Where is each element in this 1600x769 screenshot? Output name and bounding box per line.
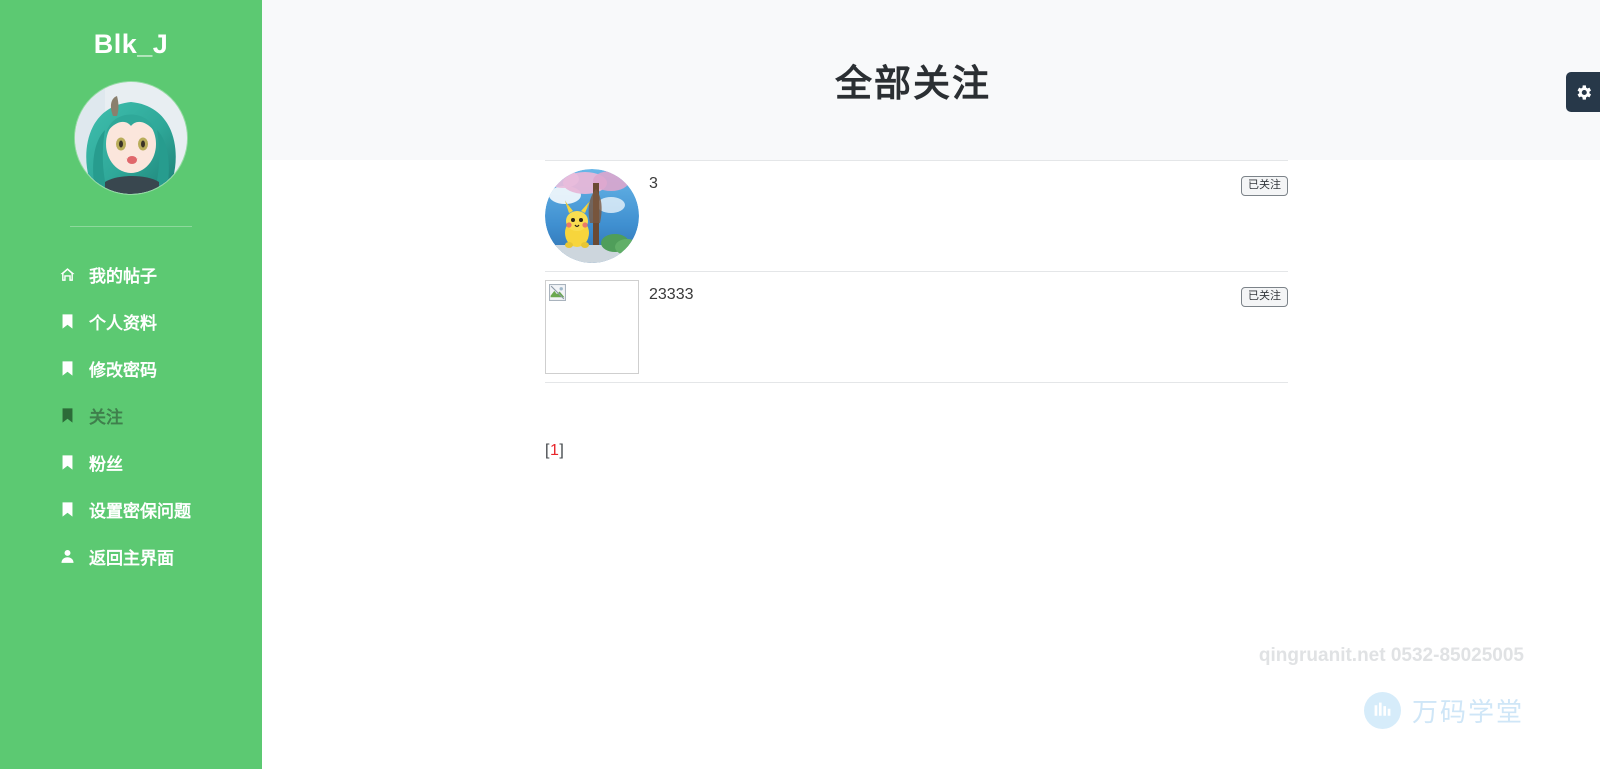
footer-logo-text: 万码学堂	[1411, 697, 1524, 727]
sidebar-divider	[70, 226, 192, 228]
pagination-bracket-close: ]	[559, 442, 565, 459]
broken-image-glyph	[549, 284, 566, 301]
sidebar-item-label: 粉丝	[89, 455, 123, 475]
sidebar-item-label: 返回主界面	[89, 549, 174, 569]
avatar-wrapper	[0, 82, 262, 195]
home-icon	[58, 266, 76, 284]
sidebar-item-label: 我的帖子	[89, 267, 157, 287]
broken-image-icon[interactable]	[545, 280, 639, 374]
main-content: 全部关注 3 已关注 23333 已关注 [1] qingruanit.net …	[262, 0, 1600, 769]
sidebar-item-label: 设置密保问题	[89, 502, 191, 522]
gear-icon	[1574, 83, 1593, 102]
user-icon	[58, 548, 76, 566]
settings-button[interactable]	[1566, 72, 1600, 112]
page-root: Blk_J 我的帖子 个人资料 修改密码 关注 粉丝 设置密保问题 返回主界面 …	[0, 0, 1600, 769]
page-title: 全部关注	[835, 63, 991, 104]
pagination: [1]	[545, 442, 1600, 460]
pagination-page-1[interactable]: 1	[550, 442, 559, 459]
pikachu-sakura-avatar[interactable]	[545, 169, 639, 263]
footer-contact: qingruanit.net 0532-85025005	[1258, 645, 1524, 666]
bookmark-icon	[58, 454, 76, 472]
sidebar-item-change-password[interactable]: 修改密码	[0, 345, 262, 392]
sidebar-brand: Blk_J	[93, 29, 169, 59]
sidebar-item-label: 修改密码	[89, 361, 157, 381]
sidebar-item-security-question[interactable]: 设置密保问题	[0, 486, 262, 533]
sidebar-item-my-posts[interactable]: 我的帖子	[0, 251, 262, 298]
bookmark-icon	[58, 501, 76, 519]
unfollow-button[interactable]: 已关注	[1241, 287, 1288, 307]
row-username: 23333	[649, 286, 694, 303]
bookmark-icon	[58, 313, 76, 331]
row-username: 3	[649, 175, 658, 192]
unfollow-button[interactable]: 已关注	[1241, 176, 1288, 196]
sidebar-item-back-to-main[interactable]: 返回主界面	[0, 533, 262, 580]
sidebar-item-label: 关注	[89, 408, 123, 428]
row-avatar-cell	[545, 161, 649, 272]
page-header: 全部关注	[262, 0, 1600, 160]
following-section: 3 已关注 23333 已关注 [1]	[262, 160, 1600, 460]
row-action-cell: 已关注	[1168, 272, 1288, 383]
row-avatar-cell	[545, 272, 649, 383]
sidebar-item-profile[interactable]: 个人资料	[0, 298, 262, 345]
following-table: 3 已关注 23333 已关注	[545, 160, 1288, 383]
table-row: 23333 已关注	[545, 271, 1288, 383]
bookmark-icon	[58, 360, 76, 378]
sidebar-nav: 我的帖子 个人资料 修改密码 关注 粉丝 设置密保问题 返回主界面	[0, 251, 262, 580]
footer-logo: 万码学堂	[1363, 692, 1524, 729]
sidebar-item-fans[interactable]: 粉丝	[0, 439, 262, 486]
sidebar-item-label: 个人资料	[89, 314, 157, 334]
sidebar: Blk_J 我的帖子 个人资料 修改密码 关注 粉丝 设置密保问题 返回主界面	[0, 0, 262, 769]
table-row: 3 已关注	[545, 160, 1288, 272]
wanma-logo-icon	[1363, 692, 1401, 729]
bookmark-icon	[58, 407, 76, 425]
avatar[interactable]	[75, 82, 187, 195]
row-action-cell: 已关注	[1168, 161, 1288, 272]
sidebar-item-following[interactable]: 关注	[0, 392, 262, 439]
